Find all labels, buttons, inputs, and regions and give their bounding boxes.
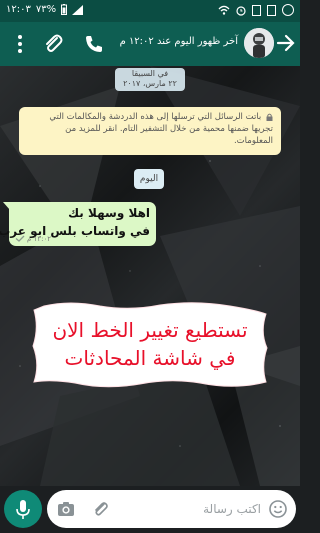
attach-icon[interactable] — [41, 32, 65, 56]
avatar-image — [244, 28, 274, 58]
more-icon[interactable] — [8, 32, 32, 56]
last-seen-status: آخر ظهور اليوم عند ١٢:٠٢ م — [119, 36, 238, 47]
back-arrow-icon[interactable] — [274, 31, 296, 55]
promo-text-line2: في شاشة المحادثات — [64, 346, 236, 370]
battery-text: ٧٣% — [35, 4, 57, 15]
message-bubble[interactable]: اهلا وسهلا بك في واتساب بلس ابو عرب ١٢:٠… — [0, 202, 156, 246]
sent-check-icon — [15, 235, 25, 242]
promo-banner: تستطيع تغيير الخط الان في شاشة المحادثات — [30, 302, 270, 388]
message-input-bar — [0, 486, 300, 533]
promo-text-line1: تستطيع تغيير الخط الان — [52, 318, 248, 342]
status-bar: ١٢:٠٣ ٧٣% — [0, 0, 300, 22]
camera-icon[interactable] — [56, 499, 76, 519]
encryption-notice-text: باتت الرسائل التي ترسلها إلى هذه الدردشة… — [49, 112, 273, 146]
mic-icon — [16, 500, 30, 519]
signal-icon — [72, 4, 84, 15]
emoji-icon[interactable] — [268, 499, 288, 519]
battery-icon — [61, 4, 68, 15]
image-icon — [252, 4, 261, 16]
wifi-icon — [218, 5, 230, 15]
call-icon[interactable] — [82, 32, 106, 56]
status-time: ١٢:٠٣ — [6, 4, 31, 15]
encryption-notice[interactable]: باتت الرسائل التي ترسلها إلى هذه الدردشة… — [19, 107, 281, 155]
bubble-tail — [3, 202, 10, 210]
whatsapp-icon — [282, 4, 294, 16]
status-left: ١٢:٠٣ ٧٣% — [6, 4, 84, 15]
alarm-icon — [236, 5, 246, 16]
date-divider-line1: في السبيقا — [131, 69, 169, 78]
message-input[interactable] — [187, 496, 261, 522]
lock-icon — [266, 113, 273, 121]
avatar[interactable] — [244, 28, 274, 58]
mic-button[interactable] — [4, 490, 42, 528]
chat-area: في السبيقا ٢٢ مارس، ٢٠١٧ باتت الرسائل ال… — [0, 66, 300, 486]
today-divider: اليوم — [134, 169, 164, 189]
message-text-line1: اهلا وسهلا بك — [68, 206, 150, 220]
input-container — [47, 490, 296, 528]
date-divider-date: ٢٢ مارس، ٢٠١٧ — [123, 79, 177, 88]
attach-icon[interactable] — [91, 499, 111, 519]
message-time: ١٢:٠٢ م — [27, 235, 51, 243]
date-divider: في السبيقا ٢٢ مارس، ٢٠١٧ — [115, 68, 185, 91]
status-right — [218, 4, 294, 16]
promo-frame — [32, 302, 268, 388]
notification-icon — [267, 4, 276, 16]
chat-header: آخر ظهور اليوم عند ١٢:٠٢ م — [0, 22, 300, 66]
